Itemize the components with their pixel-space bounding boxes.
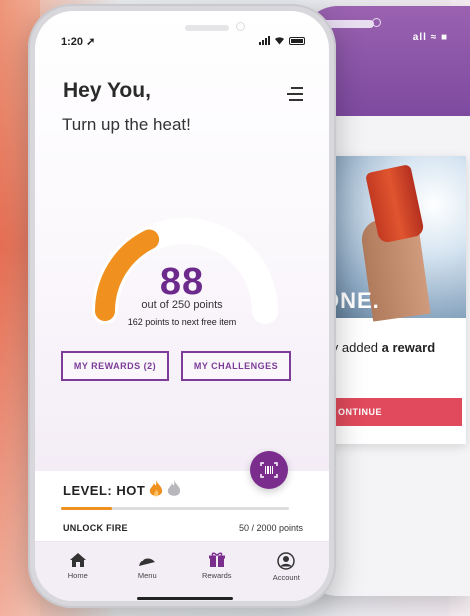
continue-button[interactable]: ONTINUE — [328, 398, 462, 426]
level-progress-fill — [61, 507, 113, 510]
flame-locked-icon — [167, 480, 181, 496]
home-indicator — [137, 597, 233, 600]
tab-rewards-label: Rewards — [201, 571, 232, 580]
barcode-icon — [260, 462, 278, 478]
home-icon — [69, 553, 86, 567]
level-label: LEVEL: HOT — [63, 483, 146, 498]
camera — [236, 22, 245, 31]
taco-icon — [139, 555, 156, 566]
my-rewards-button[interactable]: MY REWARDS (2) — [61, 351, 169, 381]
account-icon — [277, 552, 295, 570]
tab-bar: Home Menu Rewards Account — [35, 541, 329, 601]
battery-icon — [289, 36, 305, 45]
my-challenges-button[interactable]: MY CHALLENGES — [181, 351, 291, 381]
tab-menu-label: Menu — [137, 571, 157, 580]
points-value: 88 — [159, 261, 205, 303]
secondary-camera — [372, 18, 381, 27]
status-time: 1:20 ➚ — [61, 36, 96, 48]
tab-account[interactable]: Account — [256, 542, 316, 601]
main-phone: 1:20 ➚ Hey You, Turn up the heat! 88 out… — [28, 4, 336, 608]
subtitle: Turn up the heat! — [62, 115, 191, 134]
signal-icon — [259, 36, 270, 45]
menu-icon[interactable] — [287, 87, 303, 101]
status-icons — [259, 36, 305, 45]
greeting-title: Hey You, — [63, 79, 151, 102]
speaker-notch — [185, 25, 229, 31]
scan-button[interactable] — [250, 451, 288, 489]
tab-menu[interactable]: Menu — [117, 542, 177, 601]
level-progress-bar — [61, 507, 289, 510]
flame-active-icon — [149, 480, 163, 497]
gift-icon — [208, 552, 225, 567]
reward-added-card: ONE. lly added a reward ONTINUE — [318, 156, 466, 444]
points-total: out of 250 points — [141, 299, 223, 311]
tab-home-label: Home — [67, 571, 88, 580]
wifi-icon — [275, 37, 284, 45]
reward-photo: ONE. — [318, 156, 466, 322]
unlock-points: 50 / 2000 points — [238, 523, 303, 533]
tab-rewards[interactable]: Rewards — [187, 542, 247, 601]
main-screen: 1:20 ➚ Hey You, Turn up the heat! 88 out… — [35, 11, 329, 601]
tab-home[interactable]: Home — [48, 542, 108, 601]
tab-account-label: Account — [272, 573, 300, 582]
unlock-label: UNLOCK FIRE — [63, 523, 128, 533]
level-flames — [148, 479, 182, 499]
secondary-status-icons: all ≈ ■ — [412, 32, 448, 43]
points-to-next: 162 points to next free item — [127, 317, 237, 327]
reward-added-message: lly added a reward — [326, 340, 436, 355]
